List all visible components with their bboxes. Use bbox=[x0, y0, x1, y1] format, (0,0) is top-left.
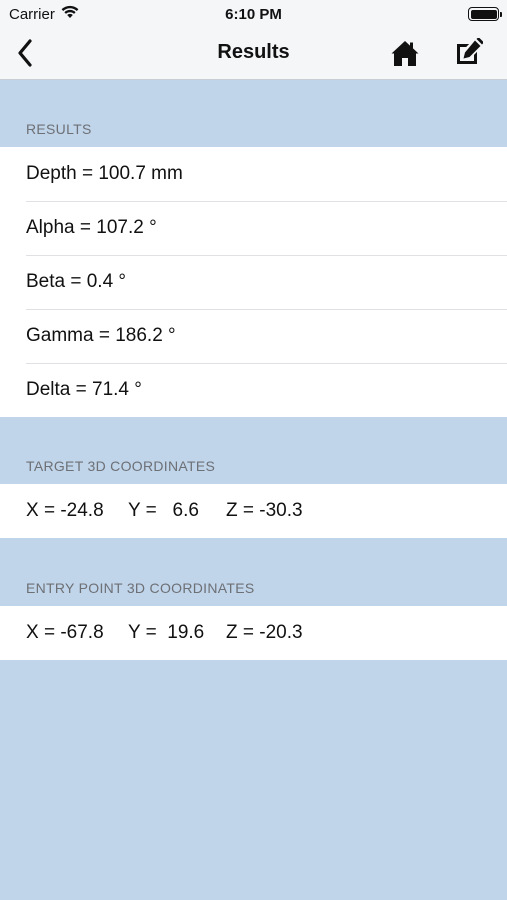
entry-section-header: ENTRY POINT 3D COORDINATES bbox=[26, 580, 255, 596]
depth-row: Depth = 100.7 mm bbox=[26, 163, 183, 184]
entry-group: X = -67.8 Y = 19.6 Z = -20.3 bbox=[0, 606, 507, 660]
target-group: X = -24.8 Y = 6.6 Z = -30.3 bbox=[0, 484, 507, 538]
status-bar: Carrier 6:10 PM bbox=[0, 0, 507, 28]
alpha-row: Alpha = 107.2 ° bbox=[0, 201, 507, 255]
entry-x: X = -67.8 bbox=[26, 622, 104, 643]
carrier-label: Carrier bbox=[9, 5, 55, 23]
entry-coordinates-row: X = -67.8 Y = 19.6 Z = -20.3 bbox=[0, 606, 507, 660]
target-z: Z = -30.3 bbox=[226, 500, 303, 521]
edit-button[interactable] bbox=[455, 37, 484, 66]
wifi-icon bbox=[61, 5, 79, 23]
target-section-header: TARGET 3D COORDINATES bbox=[26, 458, 216, 474]
battery-level bbox=[470, 9, 497, 19]
delta-row: Delta = 71.4 ° bbox=[0, 363, 507, 417]
status-left: Carrier bbox=[9, 5, 79, 23]
home-button[interactable] bbox=[390, 39, 420, 67]
target-y: Y = 6.6 bbox=[128, 500, 199, 521]
results-group: Depth = 100.7 mm Alpha = 107.2 ° Beta = … bbox=[0, 147, 507, 417]
beta-row: Beta = 0.4 ° bbox=[0, 255, 507, 309]
page-title: Results bbox=[217, 41, 290, 63]
entry-y: Y = 19.6 bbox=[128, 622, 205, 643]
battery-icon bbox=[468, 7, 502, 21]
entry-z: Z = -20.3 bbox=[226, 622, 303, 643]
results-section-header: RESULTS bbox=[26, 121, 92, 137]
home-icon bbox=[391, 41, 419, 66]
navigation-bar: Results bbox=[0, 28, 507, 80]
gamma-row: Gamma = 186.2 ° bbox=[0, 309, 507, 363]
target-coordinates-row: X = -24.8 Y = 6.6 Z = -30.3 bbox=[0, 484, 507, 538]
edit-icon bbox=[457, 37, 484, 64]
target-x: X = -24.8 bbox=[26, 500, 104, 521]
